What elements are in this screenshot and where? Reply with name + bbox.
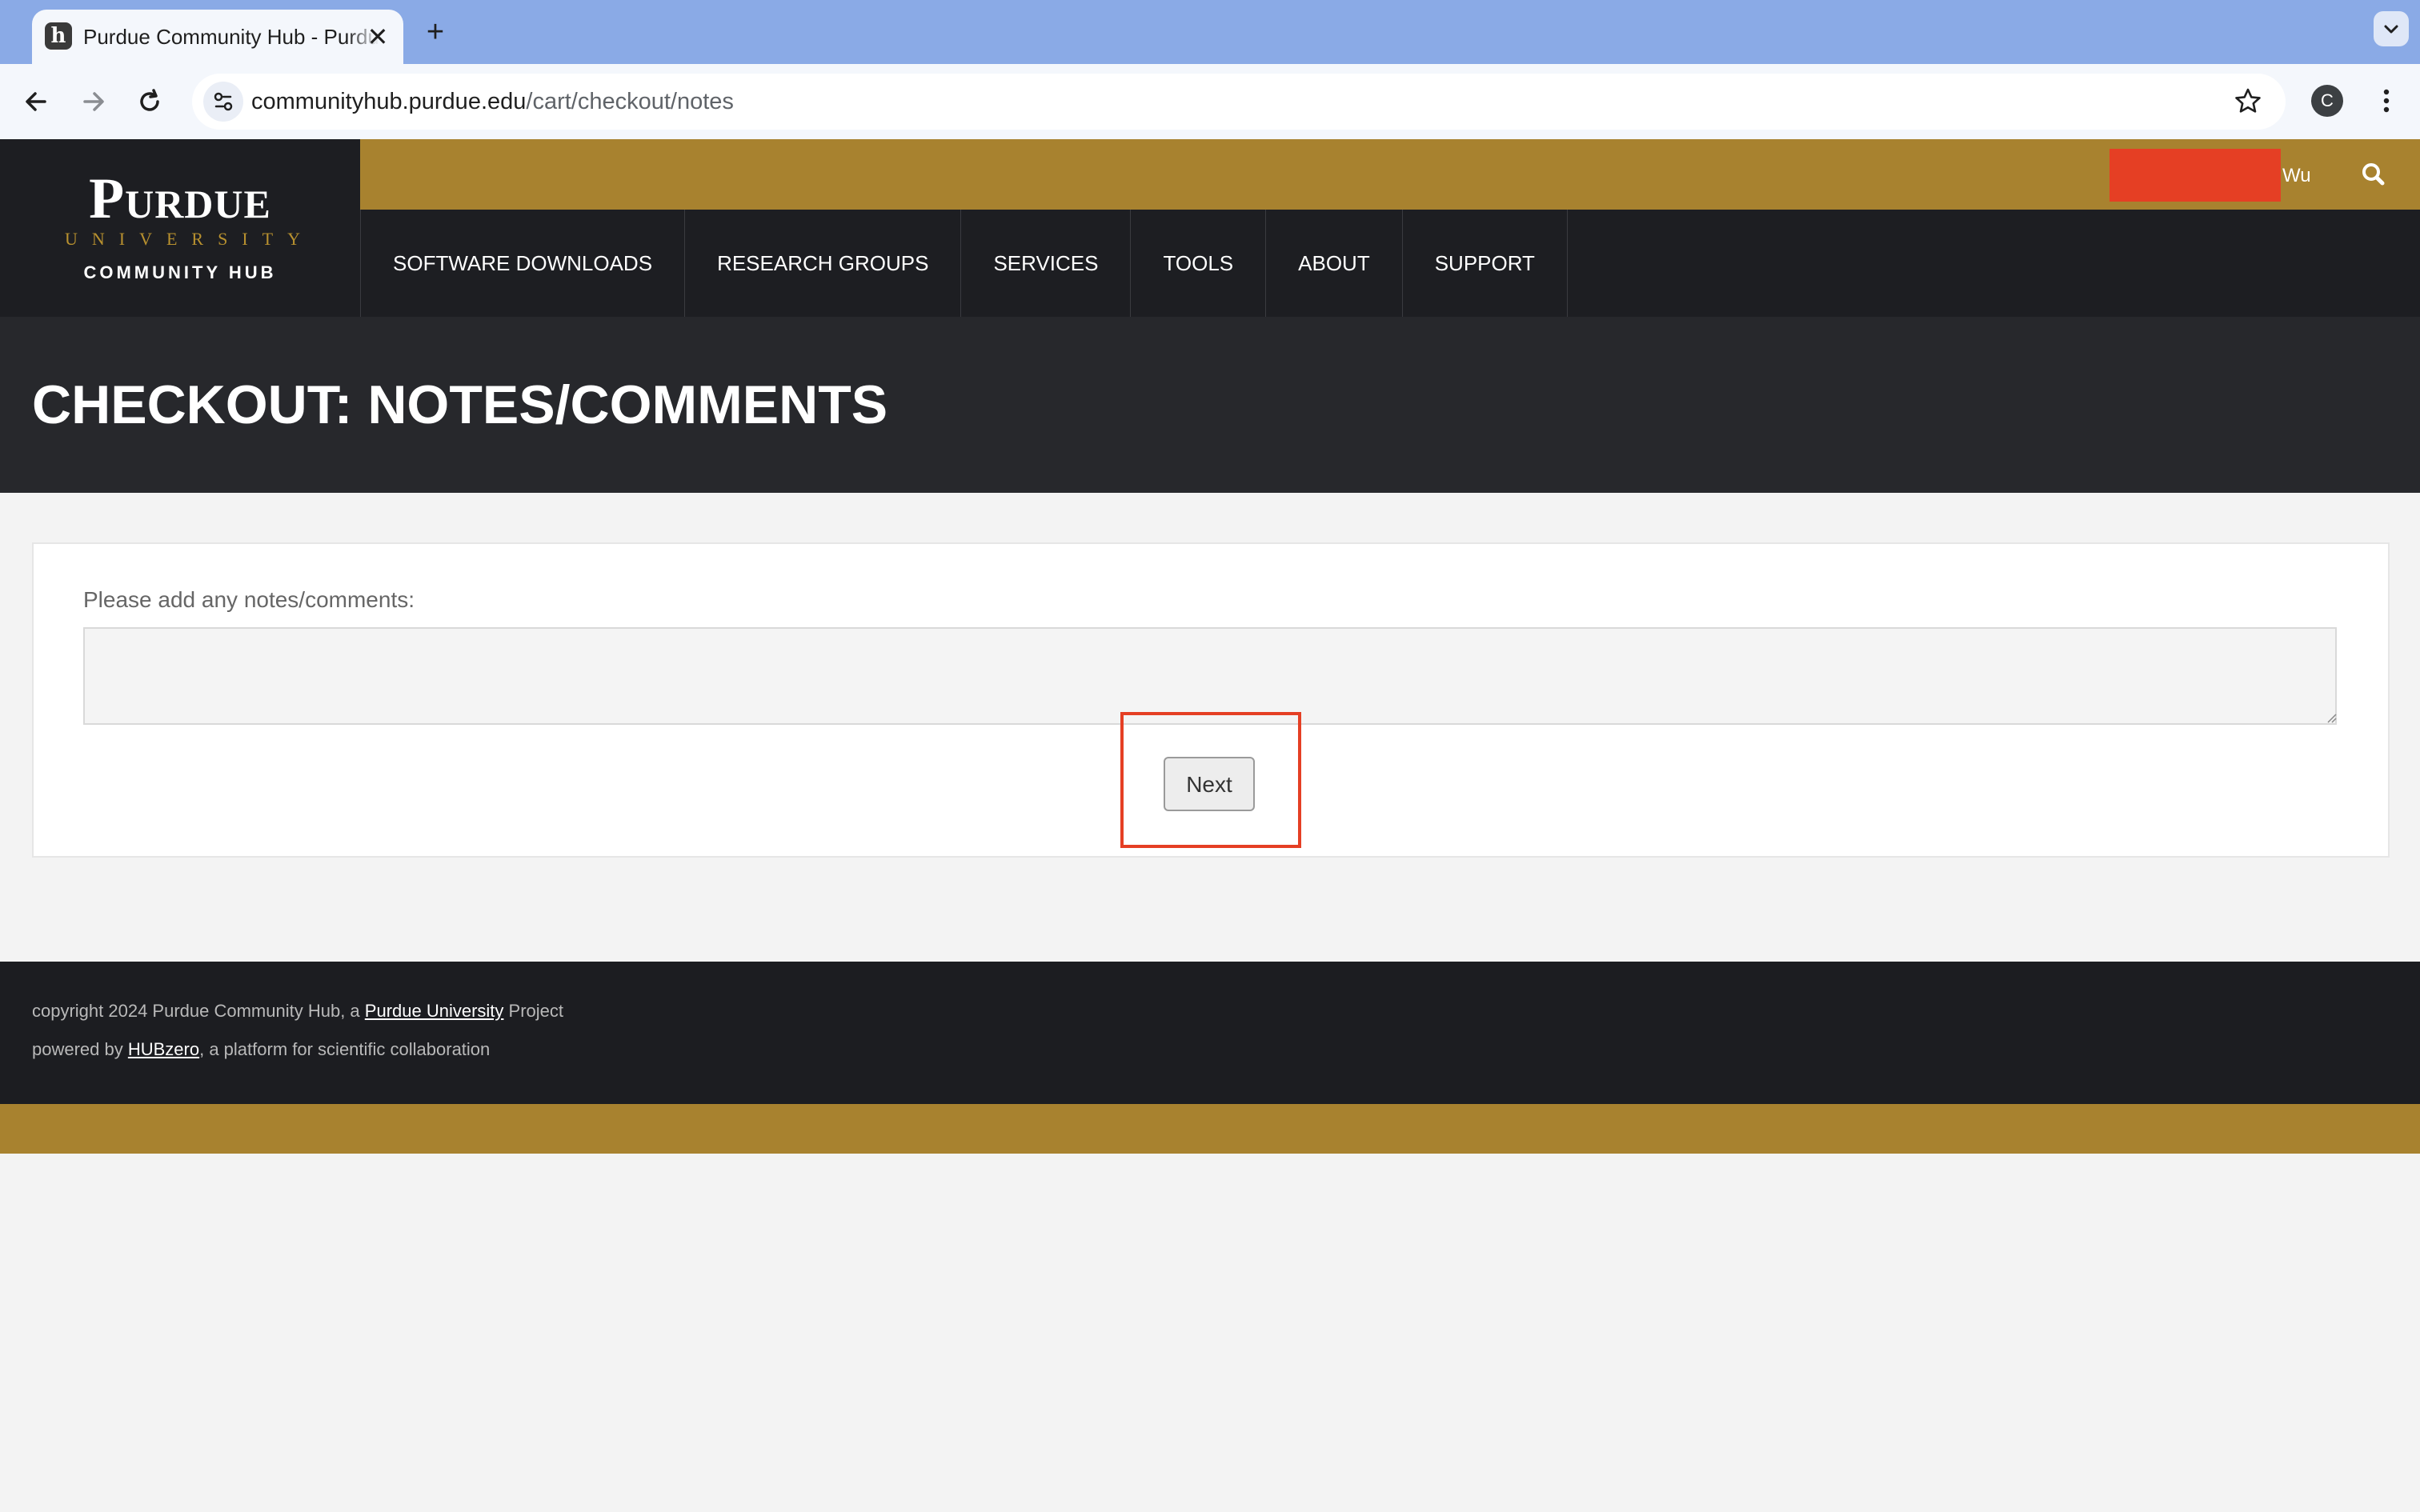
footer-gold-bar — [0, 1104, 2420, 1154]
site-footer: copyright 2024 Purdue Community Hub, a P… — [0, 962, 2420, 1104]
site-logo[interactable]: Purdue UNIVERSITY COMMUNITY HUB — [0, 139, 360, 317]
logo-community-hub: COMMUNITY HUB — [83, 262, 277, 282]
notes-textarea[interactable] — [83, 627, 2337, 725]
tab-title: Purdue Community Hub - Purdue University — [83, 21, 379, 53]
more-vert-icon[interactable] — [2369, 83, 2404, 118]
notes-label: Please add any notes/comments: — [83, 587, 415, 612]
url-path: /cart/checkout/notes — [526, 89, 734, 114]
site-header: Purdue UNIVERSITY COMMUNITY HUB Wu SOFTW… — [0, 139, 2420, 317]
notes-panel: Please add any notes/comments: Next — [32, 542, 2390, 858]
close-icon[interactable]: ✕ — [362, 21, 394, 53]
footer-powered-by: powered by HUBzero, a platform for scien… — [32, 1037, 490, 1062]
main-navigation: SOFTWARE DOWNLOADS RESEARCH GROUPS SERVI… — [360, 210, 1568, 317]
favicon-icon: h — [45, 22, 72, 50]
star-icon[interactable] — [2231, 85, 2265, 118]
footer-powered-prefix: powered by — [32, 1039, 128, 1059]
reload-icon[interactable] — [130, 82, 170, 122]
plus-icon[interactable]: + — [418, 14, 453, 50]
forward-icon[interactable] — [74, 82, 114, 122]
browser-tab[interactable]: h Purdue Community Hub - Purdue Universi… — [32, 10, 403, 64]
logo-wordmark: Purdue — [89, 166, 271, 230]
user-name[interactable]: Wu — [2282, 162, 2311, 190]
purdue-university-link[interactable]: Purdue University — [365, 1001, 504, 1021]
nav-services[interactable]: SERVICES — [960, 210, 1130, 317]
hubzero-link[interactable]: HUBzero — [128, 1039, 199, 1059]
search-icon[interactable] — [2354, 155, 2393, 194]
logo-university: UNIVERSITY — [65, 229, 315, 249]
nav-tools[interactable]: TOOLS — [1130, 210, 1265, 317]
url-text: communityhub.purdue.edu/cart/checkout/no… — [251, 85, 734, 118]
url-host: communityhub.purdue.edu — [251, 89, 527, 114]
nav-support[interactable]: SUPPORT — [1401, 210, 1568, 317]
footer-powered-suffix: , a platform for scientific collaboratio… — [199, 1039, 491, 1059]
redacted-user-name — [2109, 149, 2281, 202]
page-title-band: CHECKOUT: NOTES/COMMENTS — [0, 317, 2420, 493]
browser-toolbar: communityhub.purdue.edu/cart/checkout/no… — [0, 64, 2420, 139]
back-icon[interactable] — [16, 82, 56, 122]
nav-about[interactable]: ABOUT — [1265, 210, 1402, 317]
resize-handle-icon[interactable] — [2326, 712, 2337, 723]
nav-software-downloads[interactable]: SOFTWARE DOWNLOADS — [360, 210, 684, 317]
page-title: CHECKOUT: NOTES/COMMENTS — [32, 374, 888, 435]
nav-research-groups[interactable]: RESEARCH GROUPS — [684, 210, 960, 317]
chevron-down-icon[interactable] — [2374, 11, 2409, 46]
browser-tab-strip: h Purdue Community Hub - Purdue Universi… — [0, 0, 2420, 64]
footer-copyright-prefix: copyright 2024 Purdue Community Hub, a — [32, 1001, 365, 1021]
address-bar[interactable]: communityhub.purdue.edu/cart/checkout/no… — [192, 74, 2286, 130]
next-button[interactable]: Next — [1164, 757, 1255, 811]
profile-avatar[interactable]: C — [2311, 85, 2343, 117]
footer-copyright: copyright 2024 Purdue Community Hub, a P… — [32, 998, 563, 1024]
site-settings-icon[interactable] — [203, 82, 243, 122]
footer-copyright-suffix: Project — [503, 1001, 564, 1021]
